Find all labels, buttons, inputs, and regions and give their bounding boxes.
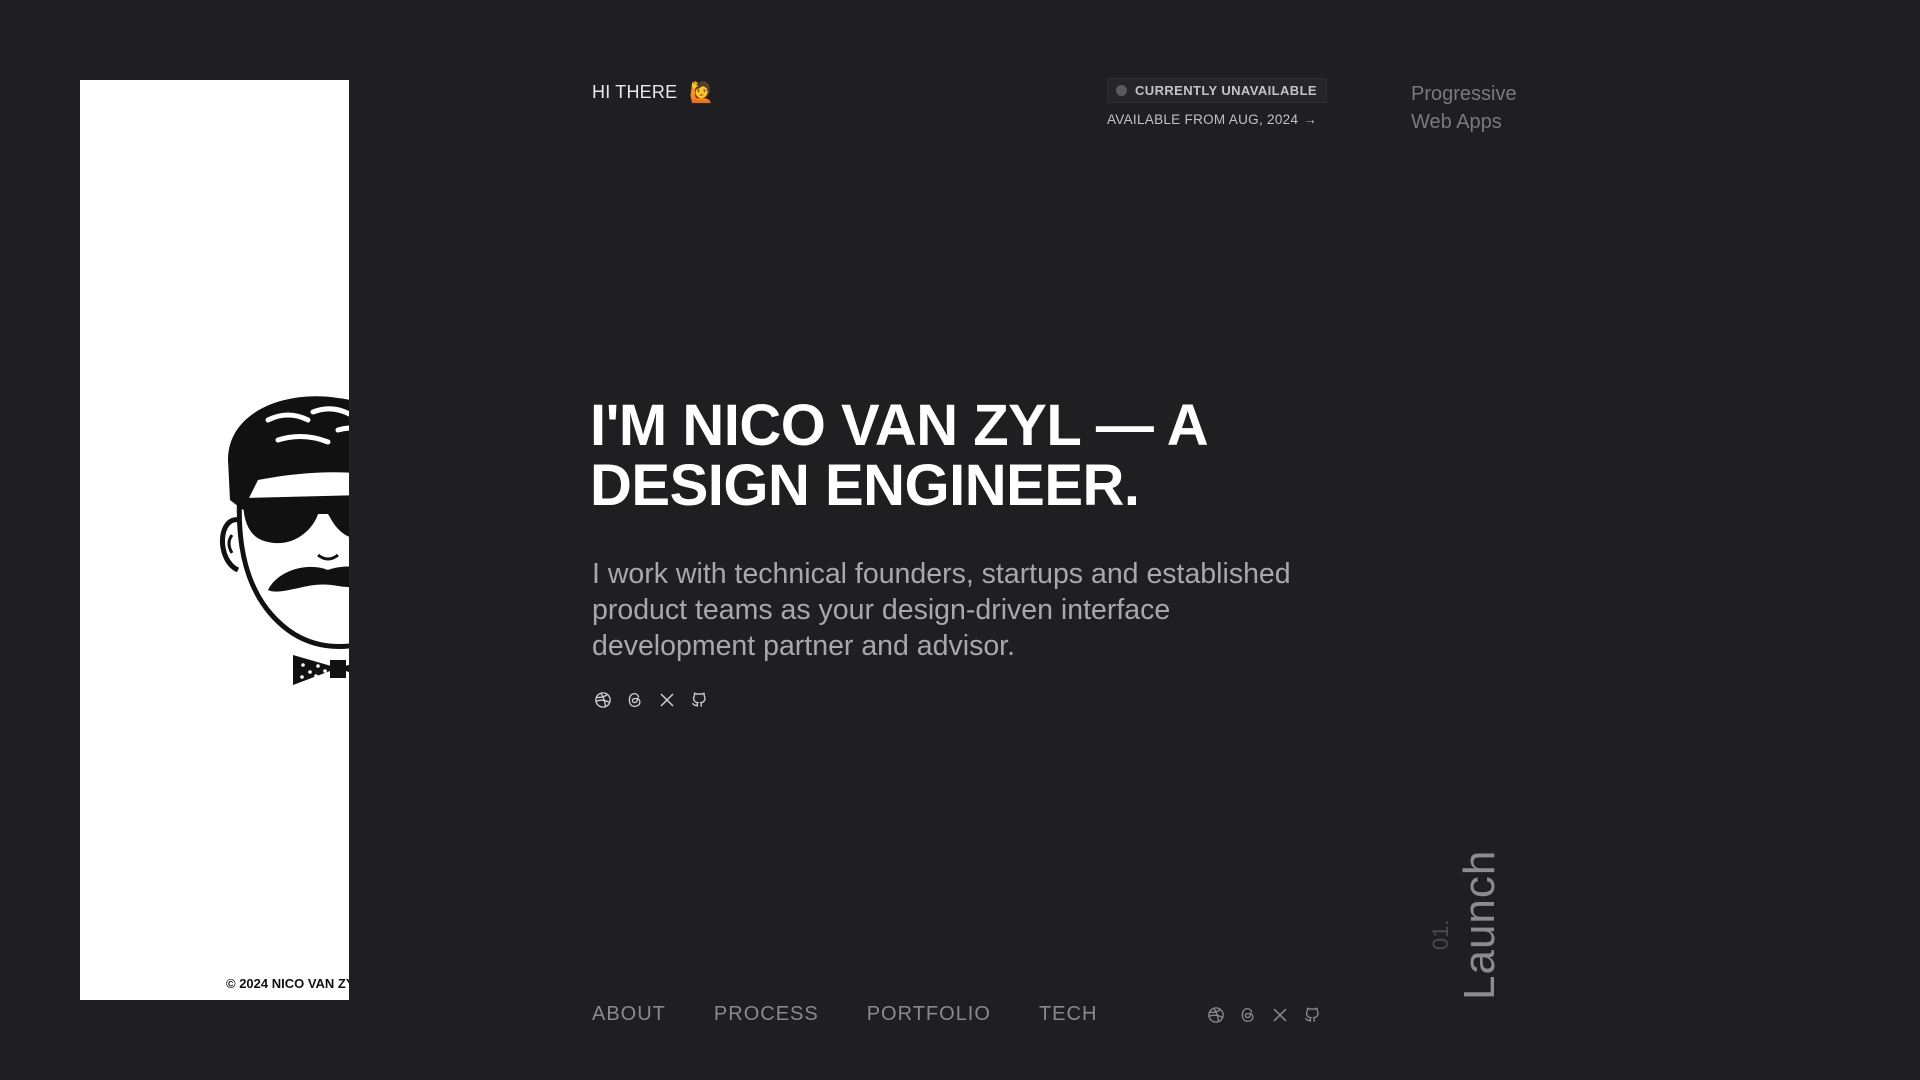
section-marker: 01. Launch (1410, 820, 1510, 1000)
x-link[interactable] (658, 691, 676, 709)
raised-hand-emoji-icon: 🙋 (689, 81, 715, 104)
hero-social-links (594, 691, 708, 709)
threads-link[interactable] (626, 691, 644, 709)
page: © 2024 NICO VAN ZYL HI THERE 🙋 CURRENTLY… (0, 0, 1920, 1080)
portrait-card: © 2024 NICO VAN ZYL (80, 80, 349, 1000)
x-icon (660, 693, 674, 707)
status-text: CURRENTLY UNAVAILABLE (1135, 83, 1317, 98)
greeting: HI THERE 🙋 (592, 82, 714, 103)
threads-icon (628, 692, 641, 708)
copyright-text: © 2024 NICO VAN ZYL (226, 976, 349, 991)
dribbble-icon (1208, 1007, 1224, 1023)
footer-threads-link[interactable] (1239, 1006, 1257, 1024)
mustache-man-illustration (220, 396, 349, 685)
footer-nav: ABOUT PROCESS PORTFOLIO TECH (592, 1003, 1097, 1026)
footer-dribbble-link[interactable] (1207, 1006, 1225, 1024)
threads-icon (1241, 1007, 1254, 1023)
available-from-text: AVAILABLE FROM AUG, 2024 (1107, 112, 1299, 127)
status-badge: CURRENTLY UNAVAILABLE (1107, 78, 1327, 103)
service-label: Progressive Web Apps (1411, 83, 1517, 133)
nav-process[interactable]: PROCESS (714, 1003, 819, 1026)
footer-github-link[interactable] (1303, 1006, 1321, 1024)
status-dot-icon (1116, 85, 1127, 96)
hero-title: I'M NICO VAN ZYL — A DESIGN ENGINEER. (590, 393, 1207, 518)
footer-social-links (1207, 1006, 1321, 1024)
github-icon (691, 692, 706, 707)
x-icon (1273, 1008, 1287, 1022)
section-number: 01. (1428, 919, 1453, 950)
section-name: Launch (1455, 849, 1504, 1000)
hero-description: I work with technical founders, startups… (592, 558, 1291, 662)
greeting-text: HI THERE (592, 82, 678, 102)
dribbble-link[interactable] (594, 691, 612, 709)
availability-status: CURRENTLY UNAVAILABLE AVAILABLE FROM AUG… (1107, 78, 1327, 127)
available-from-link[interactable]: AVAILABLE FROM AUG, 2024 → (1107, 112, 1327, 127)
nav-portfolio[interactable]: PORTFOLIO (867, 1003, 991, 1026)
footer-x-link[interactable] (1271, 1006, 1289, 1024)
arrow-right-icon: → (1303, 112, 1318, 127)
nav-about[interactable]: ABOUT (592, 1003, 666, 1026)
dribbble-icon (595, 692, 611, 708)
nav-tech[interactable]: TECH (1039, 1003, 1097, 1026)
github-icon (1304, 1007, 1319, 1022)
github-link[interactable] (690, 691, 708, 709)
